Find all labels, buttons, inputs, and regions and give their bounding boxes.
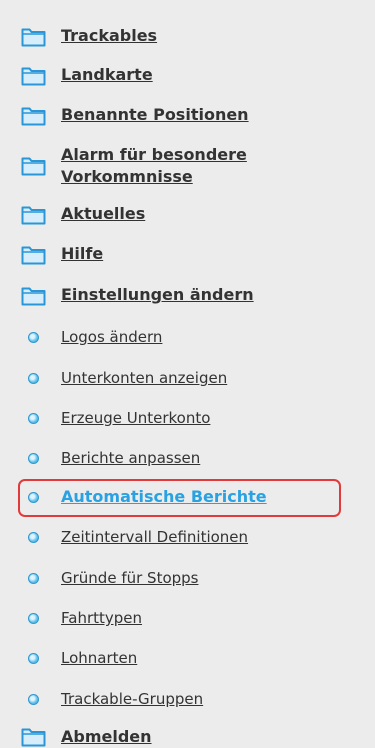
folder-icon — [21, 107, 46, 126]
submenu-item-automatische-berichte[interactable]: Automatische Berichte — [0, 486, 375, 510]
submenu-item-logos-aendern[interactable]: Logos ändern — [0, 326, 375, 350]
folder-icon — [21, 157, 46, 176]
bullet-icon — [28, 573, 39, 584]
submenu-item-erzeuge-unterkonto[interactable]: Erzeuge Unterkonto — [0, 407, 375, 431]
bullet-icon — [28, 532, 39, 543]
folder-icon — [21, 67, 46, 86]
submenu-item-label: Fahrttypen — [61, 609, 143, 627]
submenu-item-berichte-anpassen[interactable]: Berichte anpassen — [0, 447, 375, 471]
folder-icon — [21, 728, 46, 747]
folder-icon — [21, 206, 46, 225]
bullet-icon — [28, 453, 39, 464]
menu-item-label: Aktuelles — [61, 204, 146, 223]
submenu-item-label: Berichte anpassen — [61, 449, 201, 467]
submenu-item-zeitintervall-definitionen[interactable]: Zeitintervall Definitionen — [0, 526, 375, 550]
menu-item-label: Landkarte — [61, 65, 153, 84]
submenu-item-label: Lohnarten — [61, 649, 138, 667]
menu-item-label: Benannte Positionen — [61, 105, 249, 124]
folder-open-icon — [21, 287, 46, 306]
menu-item-benannte-positionen[interactable]: Benannte Positionen — [0, 103, 375, 127]
bullet-icon — [28, 492, 39, 503]
submenu-item-label: Erzeuge Unterkonto — [61, 409, 211, 427]
navigation-menu: Trackables Landkarte Benannte Positionen… — [0, 0, 375, 747]
submenu-item-label: Logos ändern — [61, 328, 163, 346]
submenu-item-trackable-gruppen[interactable]: Trackable-Gruppen — [0, 688, 375, 712]
submenu-item-gruende-fuer-stopps[interactable]: Gründe für Stopps — [0, 567, 375, 591]
submenu-item-label: Zeitintervall Definitionen — [61, 528, 249, 546]
folder-icon — [21, 28, 46, 47]
menu-item-label-line2: Vorkommnisse — [61, 167, 193, 186]
submenu-item-label: Unterkonten anzeigen — [61, 369, 228, 387]
bullet-icon — [28, 694, 39, 705]
menu-item-hilfe[interactable]: Hilfe — [0, 242, 375, 266]
bullet-icon — [28, 373, 39, 384]
bullet-icon — [28, 413, 39, 424]
menu-item-label: Abmelden — [61, 727, 152, 746]
menu-item-alarm[interactable]: Alarm für besondere Vorkommnisse — [0, 143, 375, 189]
menu-item-landkarte[interactable]: Landkarte — [0, 63, 375, 87]
menu-item-label: Hilfe — [61, 244, 104, 263]
menu-item-aktuelles[interactable]: Aktuelles — [0, 202, 375, 226]
submenu-item-unterkonten-anzeigen[interactable]: Unterkonten anzeigen — [0, 367, 375, 391]
folder-icon — [21, 246, 46, 265]
submenu-item-lohnarten[interactable]: Lohnarten — [0, 647, 375, 671]
bullet-icon — [28, 613, 39, 624]
submenu-item-label: Gründe für Stopps — [61, 569, 199, 587]
menu-item-label: Einstellungen ändern — [61, 285, 254, 304]
submenu-item-label: Automatische Berichte — [61, 487, 267, 506]
menu-item-label: Alarm für besondere — [61, 145, 247, 164]
submenu-item-label: Trackable-Gruppen — [61, 690, 204, 708]
menu-item-trackables[interactable]: Trackables — [0, 24, 375, 48]
menu-item-einstellungen[interactable]: Einstellungen ändern — [0, 283, 375, 307]
menu-item-label: Trackables — [61, 26, 158, 45]
submenu-item-fahrttypen[interactable]: Fahrttypen — [0, 607, 375, 631]
bullet-icon — [28, 653, 39, 664]
bullet-icon — [28, 332, 39, 343]
menu-item-abmelden[interactable]: Abmelden — [0, 724, 375, 748]
